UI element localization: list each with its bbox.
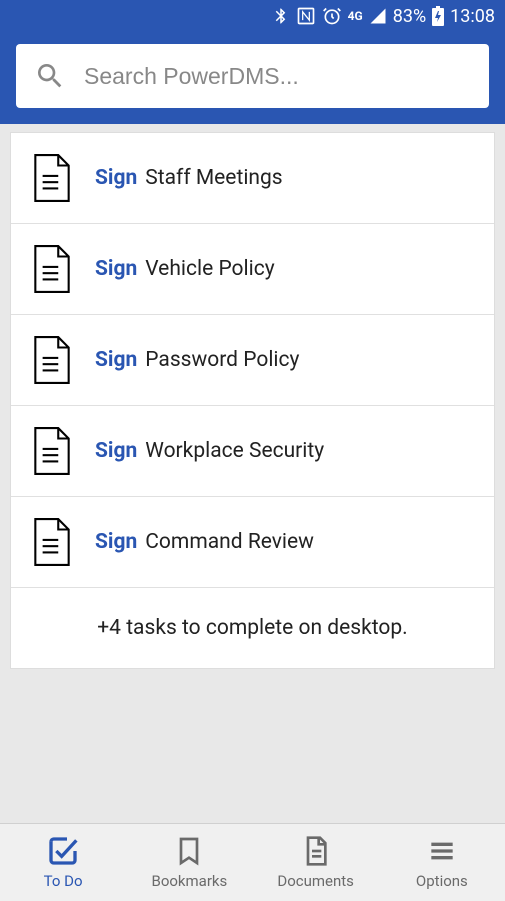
task-title: Password Policy	[145, 348, 299, 372]
list-item[interactable]: Sign Command Review	[11, 497, 494, 588]
network-icon: 4G	[348, 9, 363, 23]
checkbox-icon	[47, 835, 79, 867]
task-title: Workplace Security	[145, 439, 324, 463]
alarm-icon	[322, 6, 342, 26]
document-icon	[31, 244, 73, 294]
nav-label: Options	[416, 872, 468, 890]
task-title: Vehicle Policy	[145, 257, 274, 281]
nav-label: To Do	[44, 872, 83, 890]
nav-todo[interactable]: To Do	[0, 824, 126, 901]
menu-icon	[426, 835, 458, 867]
task-list: Sign Staff Meetings Sign Vehicle Policy Si…	[10, 132, 495, 669]
action-label: Sign	[95, 439, 137, 463]
action-label: Sign	[95, 166, 137, 190]
bottom-nav: To Do Bookmarks Documents Options	[0, 823, 505, 901]
search-icon	[34, 60, 66, 92]
document-icon	[31, 153, 73, 203]
nav-bookmarks[interactable]: Bookmarks	[126, 824, 252, 901]
task-title: Staff Meetings	[145, 166, 282, 190]
bluetooth-icon	[272, 7, 290, 25]
search-input[interactable]	[84, 63, 471, 90]
clock-text: 13:08	[450, 6, 495, 27]
list-item[interactable]: Sign Vehicle Policy	[11, 224, 494, 315]
document-icon	[300, 835, 332, 867]
list-item[interactable]: Sign Staff Meetings	[11, 133, 494, 224]
list-item[interactable]: Sign Workplace Security	[11, 406, 494, 497]
status-bar: 4G 83% 13:08	[0, 0, 505, 32]
battery-text: 83%	[393, 6, 426, 27]
document-icon	[31, 426, 73, 476]
search-header	[0, 32, 505, 124]
action-label: Sign	[95, 257, 137, 281]
search-box[interactable]	[16, 44, 489, 108]
more-tasks-message: +4 tasks to complete on desktop.	[11, 588, 494, 668]
nav-options[interactable]: Options	[379, 824, 505, 901]
nav-documents[interactable]: Documents	[253, 824, 379, 901]
bookmark-icon	[173, 835, 205, 867]
battery-icon	[432, 6, 444, 26]
task-title: Command Review	[145, 530, 314, 554]
action-label: Sign	[95, 530, 137, 554]
nav-label: Documents	[277, 872, 354, 890]
nav-label: Bookmarks	[151, 872, 227, 890]
document-icon	[31, 517, 73, 567]
action-label: Sign	[95, 348, 137, 372]
list-item[interactable]: Sign Password Policy	[11, 315, 494, 406]
nfc-icon	[296, 6, 316, 26]
document-icon	[31, 335, 73, 385]
signal-icon	[369, 7, 387, 25]
